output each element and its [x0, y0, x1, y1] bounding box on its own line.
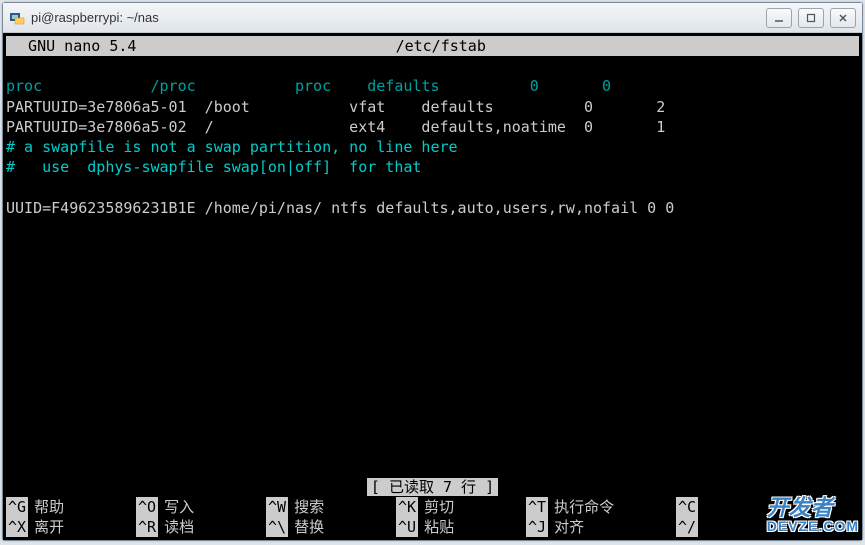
- terminal-area[interactable]: GNU nano 5.4 /etc/fstab proc /proc proc …: [3, 33, 862, 540]
- minimize-button[interactable]: [766, 8, 792, 28]
- putty-icon: [9, 10, 25, 26]
- nano-version: GNU nano 5.4: [6, 36, 142, 56]
- editor-content[interactable]: proc /proc proc defaults 0 0 PARTUUID=3e…: [6, 56, 859, 477]
- file-line: proc /proc proc defaults 0 0: [6, 77, 611, 95]
- nano-filename: /etc/fstab: [142, 36, 739, 56]
- shortcut-curpos[interactable]: ^C: [676, 497, 796, 517]
- shortcut-exit[interactable]: ^X离开: [6, 517, 136, 537]
- window-controls: [766, 8, 856, 28]
- window-title: pi@raspberrypi: ~/nas: [31, 10, 766, 25]
- file-comment-line: # a swapfile is not a swap partition, no…: [6, 138, 458, 156]
- shortcut-execute[interactable]: ^T执行命令: [526, 497, 676, 517]
- shortcut-justify[interactable]: ^J对齐: [526, 517, 676, 537]
- nano-status-text: [ 已读取 7 行 ]: [367, 478, 498, 496]
- shortcut-gotoline[interactable]: ^/: [676, 517, 796, 537]
- maximize-button[interactable]: [798, 8, 824, 28]
- terminal-window: pi@raspberrypi: ~/nas GNU nano 5.4 /etc/…: [2, 2, 863, 541]
- file-line: PARTUUID=3e7806a5-01 /boot vfat defaults…: [6, 98, 665, 116]
- shortcut-writeout[interactable]: ^O写入: [136, 497, 266, 517]
- nano-header-pad: [739, 36, 859, 56]
- shortcut-help[interactable]: ^G帮助: [6, 497, 136, 517]
- file-line: UUID=F496235896231B1E /home/pi/nas/ ntfs…: [6, 199, 674, 217]
- close-button[interactable]: [830, 8, 856, 28]
- shortcut-replace[interactable]: ^\替换: [266, 517, 396, 537]
- nano-status-line: [ 已读取 7 行 ]: [6, 477, 859, 497]
- nano-shortcuts: ^G帮助 ^O写入 ^W搜索 ^K剪切 ^T执行命令 ^C ^X离开 ^R读档 …: [6, 497, 859, 537]
- file-line: PARTUUID=3e7806a5-02 / ext4 defaults,noa…: [6, 118, 665, 136]
- shortcut-paste[interactable]: ^U粘贴: [396, 517, 526, 537]
- file-comment-line: # use dphys-swapfile swap[on|off] for th…: [6, 158, 421, 176]
- shortcut-cut[interactable]: ^K剪切: [396, 497, 526, 517]
- shortcut-row: ^X离开 ^R读档 ^\替换 ^U粘贴 ^J对齐 ^/: [6, 517, 859, 537]
- shortcut-readfile[interactable]: ^R读档: [136, 517, 266, 537]
- shortcut-row: ^G帮助 ^O写入 ^W搜索 ^K剪切 ^T执行命令 ^C: [6, 497, 859, 517]
- nano-header: GNU nano 5.4 /etc/fstab: [6, 36, 859, 56]
- titlebar[interactable]: pi@raspberrypi: ~/nas: [3, 3, 862, 33]
- shortcut-search[interactable]: ^W搜索: [266, 497, 396, 517]
